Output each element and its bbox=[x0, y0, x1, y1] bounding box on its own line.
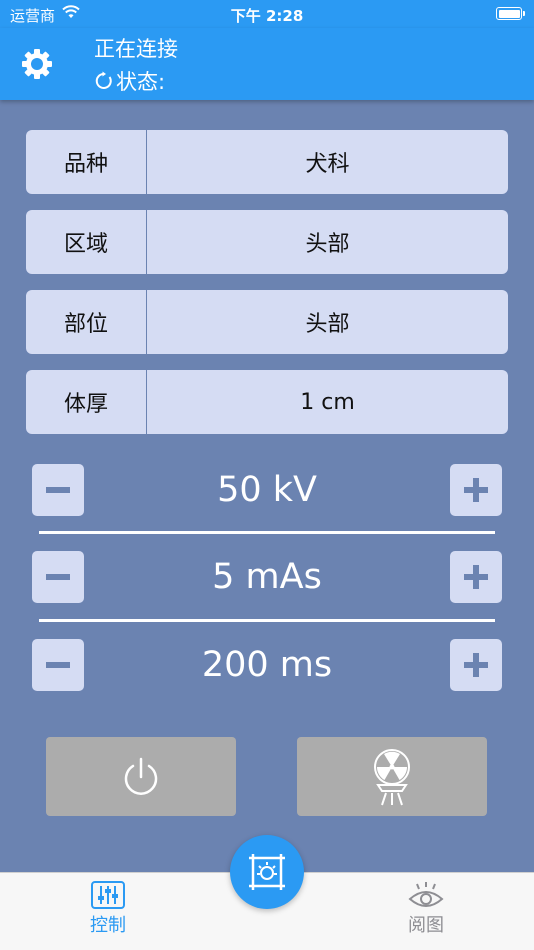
app-header: 正在连接 状态: bbox=[0, 28, 534, 100]
ms-stepper: 200 ms bbox=[32, 639, 502, 691]
exposure-button[interactable] bbox=[297, 737, 487, 816]
sliders-icon bbox=[91, 881, 125, 909]
plus-icon bbox=[464, 478, 488, 502]
field-label: 体厚 bbox=[26, 370, 147, 434]
breed-field[interactable]: 品种 犬科 bbox=[26, 130, 508, 194]
tab-control[interactable]: 控制 bbox=[78, 881, 138, 937]
kv-stepper: 50 kV bbox=[32, 464, 502, 516]
plus-icon bbox=[464, 653, 488, 677]
field-value[interactable]: 1 cm bbox=[147, 390, 508, 415]
battery-icon bbox=[496, 7, 525, 20]
field-label: 区域 bbox=[26, 210, 147, 274]
eye-icon bbox=[408, 882, 444, 907]
region-field[interactable]: 区域 头部 bbox=[26, 210, 508, 274]
field-label: 部位 bbox=[26, 290, 147, 354]
plus-icon bbox=[464, 565, 488, 589]
divider bbox=[39, 531, 495, 534]
kv-value: 50 kV bbox=[217, 470, 317, 510]
capture-icon bbox=[249, 854, 285, 890]
body-part-field[interactable]: 部位 头部 bbox=[26, 290, 508, 354]
tab-control-label: 控制 bbox=[90, 915, 126, 936]
minus-icon bbox=[46, 662, 70, 668]
mas-value: 5 mAs bbox=[212, 557, 322, 597]
field-value[interactable]: 头部 bbox=[147, 226, 508, 258]
status-bar: 运营商 下午 2:28 bbox=[0, 0, 534, 28]
status-row: 状态: bbox=[94, 66, 165, 96]
mas-stepper: 5 mAs bbox=[32, 551, 502, 603]
power-button[interactable] bbox=[46, 737, 236, 816]
ms-decrease-button[interactable] bbox=[32, 639, 84, 691]
connection-title: 正在连接 bbox=[94, 37, 178, 61]
tab-view[interactable]: 阅图 bbox=[396, 881, 456, 937]
gear-icon[interactable] bbox=[20, 47, 54, 81]
clock-label: 下午 2:28 bbox=[230, 7, 304, 25]
refresh-icon bbox=[94, 71, 114, 91]
field-value[interactable]: 犬科 bbox=[147, 146, 508, 178]
minus-icon bbox=[46, 487, 70, 493]
status-label: 状态: bbox=[116, 70, 166, 94]
divider bbox=[39, 619, 495, 622]
radiation-icon bbox=[374, 748, 410, 805]
ms-value: 200 ms bbox=[201, 645, 333, 685]
field-value[interactable]: 头部 bbox=[147, 306, 508, 338]
field-label: 品种 bbox=[26, 130, 147, 194]
kv-decrease-button[interactable] bbox=[32, 464, 84, 516]
mas-increase-button[interactable] bbox=[450, 551, 502, 603]
mas-decrease-button[interactable] bbox=[32, 551, 84, 603]
power-icon bbox=[124, 757, 158, 795]
ms-increase-button[interactable] bbox=[450, 639, 502, 691]
tab-view-label: 阅图 bbox=[408, 915, 444, 936]
thickness-field[interactable]: 体厚 1 cm bbox=[26, 370, 508, 434]
kv-increase-button[interactable] bbox=[450, 464, 502, 516]
minus-icon bbox=[46, 574, 70, 580]
capture-button[interactable] bbox=[230, 835, 304, 909]
